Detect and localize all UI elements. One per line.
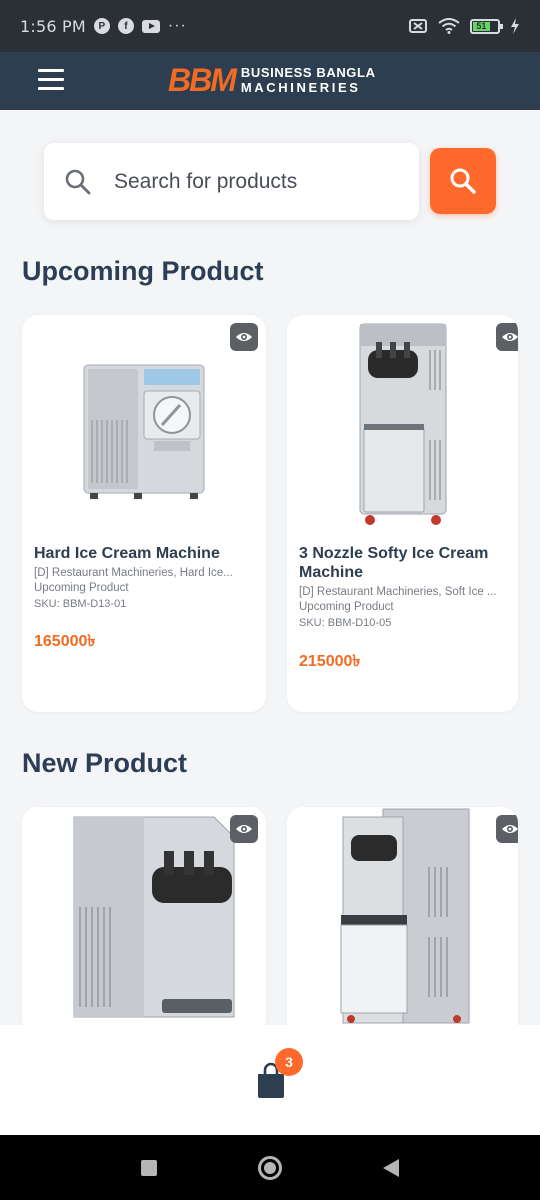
status-bar: 1:56 PM P f ··· 51 bbox=[0, 0, 540, 52]
search-icon bbox=[450, 168, 476, 194]
quick-view-button[interactable] bbox=[496, 323, 518, 351]
charging-icon bbox=[511, 18, 519, 34]
battery-level: 51 bbox=[473, 21, 490, 31]
product-image bbox=[287, 315, 518, 535]
recents-icon[interactable] bbox=[140, 1159, 157, 1176]
product-card[interactable] bbox=[22, 807, 266, 1037]
product-name[interactable]: Hard Ice Cream Machine bbox=[34, 544, 256, 563]
product-image bbox=[22, 807, 266, 1027]
brand-logo[interactable]: BBM BUSINESS BANGLA MACHINERIES bbox=[168, 64, 376, 96]
quick-view-button[interactable] bbox=[496, 815, 518, 843]
product-image bbox=[287, 807, 518, 1027]
battery-icon: 51 bbox=[470, 18, 503, 34]
section-title-upcoming: Upcoming Product bbox=[22, 256, 264, 286]
search-button[interactable] bbox=[430, 148, 496, 214]
eye-icon bbox=[236, 825, 252, 833]
product-card[interactable] bbox=[287, 807, 518, 1037]
search-input[interactable] bbox=[114, 169, 394, 194]
system-nav-bar bbox=[0, 1135, 540, 1200]
product-sku: SKU: BBM-D13-01 bbox=[34, 598, 127, 610]
youtube-icon bbox=[141, 19, 160, 33]
product-image bbox=[22, 315, 266, 535]
eye-icon bbox=[502, 333, 518, 341]
more-notifications-icon: ··· bbox=[167, 17, 187, 34]
product-card[interactable]: Hard Ice Cream Machine [D] Restaurant Ma… bbox=[22, 315, 266, 712]
menu-button[interactable] bbox=[38, 69, 72, 93]
logo-line2: MACHINERIES bbox=[240, 80, 361, 95]
eye-icon bbox=[236, 333, 252, 341]
product-status: Upcoming Product bbox=[299, 601, 394, 613]
quick-view-button[interactable] bbox=[230, 815, 258, 843]
app-notification-icon: P bbox=[93, 18, 110, 34]
back-icon[interactable] bbox=[383, 1158, 400, 1177]
softy-machine-image bbox=[73, 816, 235, 1018]
product-category: [D] Restaurant Machineries, Hard Ice... bbox=[34, 567, 233, 579]
home-icon[interactable] bbox=[257, 1155, 282, 1180]
product-price: 165000৳ bbox=[34, 633, 96, 650]
logo-line1: BUSINESS BANGLA bbox=[240, 65, 376, 80]
search-box[interactable] bbox=[44, 143, 419, 220]
status-time: 1:56 PM bbox=[20, 16, 86, 36]
product-category: [D] Restaurant Machineries, Soft Ice ... bbox=[299, 586, 497, 598]
quick-view-button[interactable] bbox=[230, 323, 258, 351]
product-card[interactable]: 3 Nozzle Softy Ice Cream Machine [D] Res… bbox=[287, 315, 518, 712]
no-sim-icon bbox=[409, 19, 427, 33]
softy-machine-tall-image bbox=[340, 808, 469, 1024]
cart-count-badge: 3 bbox=[275, 1048, 303, 1076]
product-status: Upcoming Product bbox=[34, 582, 129, 594]
facebook-icon: f bbox=[117, 18, 134, 34]
product-sku: SKU: BBM-D10-05 bbox=[299, 617, 392, 629]
search-icon bbox=[65, 169, 91, 194]
product-price: 215000৳ bbox=[299, 653, 361, 670]
logo-mark: BBM bbox=[168, 62, 237, 98]
hard-ice-cream-machine-image bbox=[83, 364, 205, 499]
section-title-new: New Product bbox=[22, 748, 188, 778]
wifi-icon bbox=[438, 18, 460, 34]
app-header: BBM BUSINESS BANGLA MACHINERIES bbox=[0, 52, 540, 110]
eye-icon bbox=[502, 825, 518, 833]
product-name[interactable]: 3 Nozzle Softy Ice Cream Machine bbox=[299, 544, 509, 582]
softy-ice-cream-machine-image bbox=[359, 323, 446, 525]
